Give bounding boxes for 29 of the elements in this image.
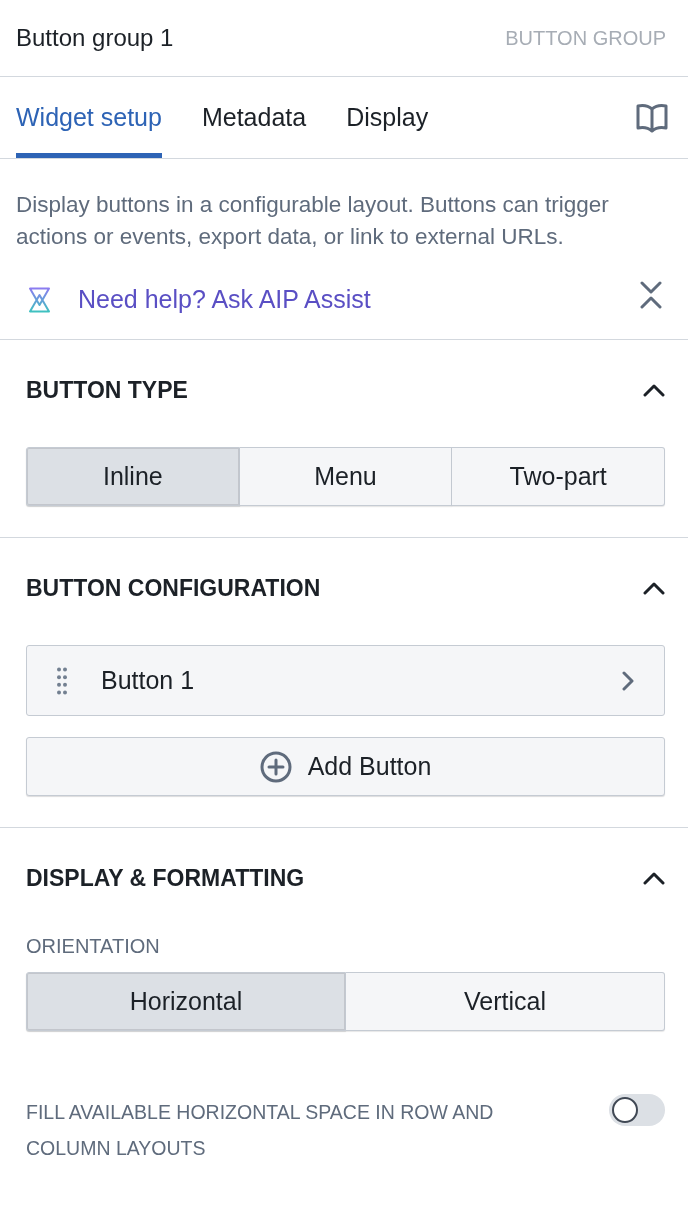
triangles-icon	[28, 286, 51, 313]
tab[interactable]: Widget setup	[16, 77, 162, 158]
tab[interactable]: Metadata	[201, 77, 307, 158]
segment-button[interactable]: Menu	[239, 447, 453, 506]
collapse-icon[interactable]	[640, 281, 662, 309]
add-button[interactable]: Add Button	[26, 737, 665, 796]
tab[interactable]: Display	[346, 77, 429, 158]
plus-circle-icon	[259, 750, 292, 783]
field-label: ORIENTATION	[26, 935, 161, 957]
segment-button[interactable]: Inline	[26, 447, 240, 506]
chevron-up-icon[interactable]	[643, 871, 665, 885]
section-title: BUTTON TYPE	[26, 375, 188, 405]
description-text: Display buttons in a configurable layout. Buttons can trigger actions or events, export data, or link to external URLs.	[15, 191, 610, 251]
assist-link[interactable]: Need help? Ask AIP Assist	[78, 281, 371, 319]
chevron-right-icon	[622, 670, 634, 691]
segment-button[interactable]: Two-part	[452, 447, 665, 506]
segment-button[interactable]: Horizontal	[26, 972, 346, 1031]
section-title: BUTTON CONFIGURATION	[26, 573, 321, 603]
chevron-up-icon[interactable]	[643, 581, 665, 595]
button-list-item[interactable]: Button 1	[26, 645, 665, 716]
book-icon[interactable]	[636, 102, 668, 133]
toggle-switch[interactable]	[609, 1094, 665, 1126]
widget-title: Button group 1	[16, 23, 174, 53]
drag-handle-icon[interactable]	[57, 666, 67, 695]
widget-type-label: BUTTON GROUP	[505, 26, 666, 51]
section-title: DISPLAY & FORMATTING	[26, 863, 305, 893]
toggle-label: FILL AVAILABLE HORIZONTAL SPACE IN ROW AND COLUMN LAYOUTS	[26, 1100, 495, 1161]
segment-button[interactable]: Vertical	[346, 972, 665, 1031]
chevron-up-icon[interactable]	[643, 383, 665, 397]
